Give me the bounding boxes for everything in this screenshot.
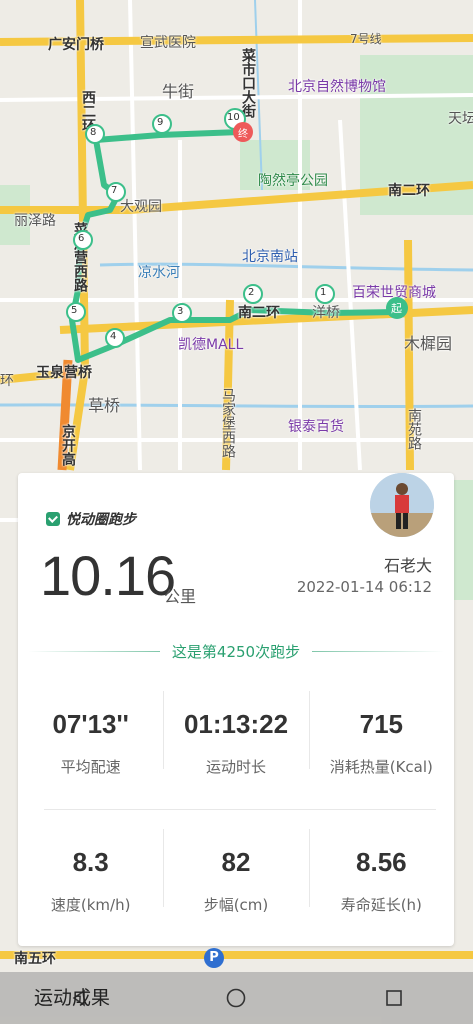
avatar[interactable] — [370, 473, 434, 537]
run-count-divider: 这是第4250次跑步 — [28, 641, 444, 662]
marker-1: 1 — [320, 287, 327, 298]
run-count-text: 这是第4250次跑步 — [171, 643, 301, 661]
run-datetime: 2022-01-14 06:12 — [296, 578, 432, 596]
home-icon[interactable] — [216, 978, 256, 1018]
distance-value: 10.16 — [40, 544, 176, 607]
stat-speed: 8.3 速度(km/h) — [18, 829, 163, 915]
run-result-card: 悦动圈跑步 10.16 公里 石老大 2022-01-14 06:12 这是第4… — [18, 473, 454, 946]
distance-unit: 公里 — [164, 587, 197, 606]
stat-label: 步幅(cm) — [203, 896, 269, 914]
stat-label: 运动时长 — [205, 758, 266, 776]
start-marker: 起 — [391, 302, 402, 315]
recents-icon[interactable] — [374, 978, 414, 1018]
marker-4: 4 — [110, 331, 117, 342]
stat-label: 寿命延长(h) — [340, 896, 422, 914]
app-logo: 悦动圈跑步 — [46, 509, 136, 529]
stat-value: 82 — [221, 847, 251, 877]
stat-label: 消耗热量(Kcal) — [329, 758, 433, 776]
parking-icon: P — [204, 948, 224, 968]
stat-avg-pace: 07'13'' 平均配速 — [18, 691, 163, 777]
marker-5: 5 — [71, 305, 78, 316]
marker-3: 3 — [177, 306, 184, 317]
marker-7: 7 — [111, 185, 118, 196]
workout-results-label[interactable]: 运动成果 — [34, 983, 110, 1010]
stats-row-2: 8.3 速度(km/h) 82 步幅(cm) 8.56 寿命延长(h) — [18, 829, 454, 915]
stat-value: 8.3 — [72, 847, 109, 877]
marker-8: 8 — [90, 127, 97, 138]
marker-10: 10 — [227, 112, 240, 123]
stat-value: 07'13'' — [52, 709, 129, 739]
stat-calories: 715 消耗热量(Kcal) — [308, 691, 454, 777]
stat-label: 平均配速 — [60, 758, 121, 776]
app-logo-icon — [46, 512, 60, 526]
stat-value: 715 — [359, 709, 404, 739]
marker-9: 9 — [157, 117, 164, 128]
user-name: 石老大 — [383, 556, 432, 575]
marker-6: 6 — [78, 233, 85, 244]
marker-2: 2 — [248, 287, 255, 298]
stat-duration: 01:13:22 运动时长 — [163, 691, 308, 777]
stat-value: 01:13:22 — [183, 709, 289, 739]
app-name: 悦动圈跑步 — [66, 512, 136, 528]
stat-life-extension: 8.56 寿命延长(h) — [308, 829, 454, 915]
map-label: 南五环 — [14, 951, 56, 967]
stats-row-1: 07'13'' 平均配速 01:13:22 运动时长 715 消耗热量(Kcal… — [18, 691, 454, 777]
stat-stride: 82 步幅(cm) — [163, 829, 308, 915]
stats-divider — [44, 809, 436, 810]
stat-value: 8.56 — [356, 847, 407, 877]
end-marker: 终 — [238, 129, 248, 140]
stat-label: 速度(km/h) — [50, 896, 131, 914]
